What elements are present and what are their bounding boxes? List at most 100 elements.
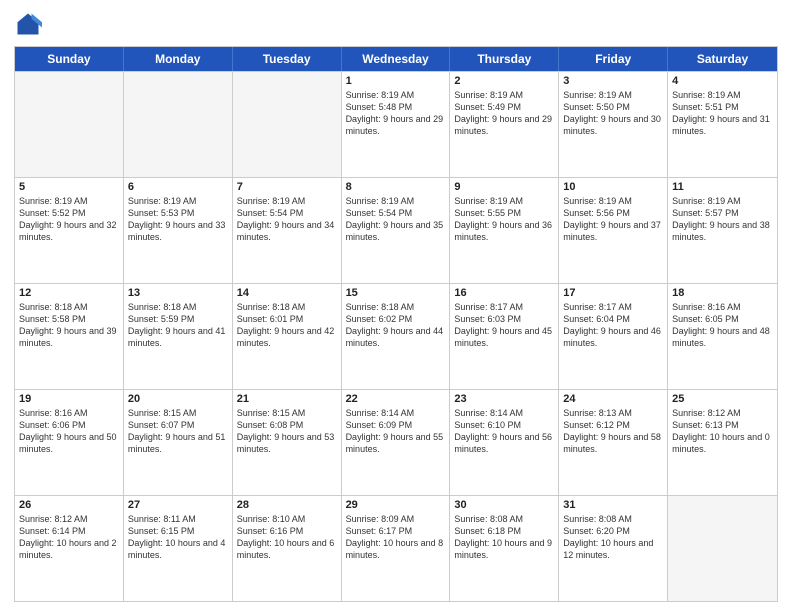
day-number: 25 [672, 393, 773, 405]
sunrise-text: Sunrise: 8:09 AM [346, 514, 415, 524]
empty-cell [233, 72, 342, 177]
week-row-3: 19 Sunrise: 8:16 AM Sunset: 6:06 PM Dayligh… [15, 389, 777, 495]
daylight-text: Daylight: 9 hours and 32 minutes. [19, 220, 117, 242]
day-number: 30 [454, 499, 554, 511]
sunset-text: Sunset: 6:15 PM [128, 526, 195, 536]
header [14, 10, 778, 38]
day-header-tuesday: Tuesday [233, 47, 342, 71]
daylight-text: Daylight: 9 hours and 31 minutes. [672, 114, 770, 136]
daylight-text: Daylight: 10 hours and 6 minutes. [237, 538, 335, 560]
day-cell-18: 18Sunrise: 8:16 AMSunset: 6:05 PMDayligh… [668, 284, 777, 389]
day-number: 13 [128, 287, 228, 299]
daylight-text: Daylight: 9 hours and 39 minutes. [19, 326, 117, 348]
day-cell-3: 3Sunrise: 8:19 AMSunset: 5:50 PMDaylight… [559, 72, 668, 177]
day-number: 27 [128, 499, 228, 511]
sunrise-text: Sunrise: 8:16 AM [19, 408, 88, 418]
day-cell-25: 25 Sunrise: 8:12 AMSunset: 6:13 PMDayligh… [668, 390, 777, 495]
sunset-text: Sunset: 5:49 PM [454, 102, 521, 112]
cell-info: Sunrise: 8:08 AM Sunset: 6:20 PM Daylight:… [563, 513, 663, 562]
day-number: 28 [237, 499, 337, 511]
sunrise-text: Sunrise: 8:18 AM [128, 302, 197, 312]
sunrise-text: Sunrise: 8:17 AM [563, 302, 632, 312]
sunset-text: Sunset: 6:10 PM [454, 420, 521, 430]
sunset-text: Sunset: 5:57 PM [672, 208, 739, 218]
daylight-text: Daylight: 9 hours and 53 minutes. [237, 432, 335, 454]
sunrise-text: Sunrise: 8:14 AM [346, 408, 415, 418]
day-cell-10: 10Sunrise: 8:19 AMSunset: 5:56 PMDayligh… [559, 178, 668, 283]
empty-cell [15, 72, 124, 177]
sunset-text: Sunset: 6:07 PM [128, 420, 195, 430]
daylight-text: Daylight: 9 hours and 51 minutes. [128, 432, 226, 454]
cell-info: Sunrise: 8:19 AMSunset: 5:57 PMDaylight:… [672, 195, 773, 244]
day-cell-22: 22Sunrise: 8:14 AMSunset: 6:09 PMDayligh… [342, 390, 451, 495]
day-number: 15 [346, 287, 446, 299]
day-cell-1: 1Sunrise: 8:19 AMSunset: 5:48 PMDaylight… [342, 72, 451, 177]
day-cell-2: 2Sunrise: 8:19 AMSunset: 5:49 PMDaylight… [450, 72, 559, 177]
sunrise-text: Sunrise: 8:16 AM [672, 302, 741, 312]
day-cell-20: 20Sunrise: 8:15 AMSunset: 6:07 PMDayligh… [124, 390, 233, 495]
sunrise-text: Sunrise: 8:12 AM [672, 408, 741, 418]
sunset-text: Sunset: 5:48 PM [346, 102, 413, 112]
daylight-text: Daylight: 9 hours and 56 minutes. [454, 432, 552, 454]
cell-info: Sunrise: 8:14 AMSunset: 6:10 PMDaylight:… [454, 407, 554, 456]
day-cell-28: 28 Sunrise: 8:10 AMSunset: 6:16 PMDayligh… [233, 496, 342, 601]
sunset-text: Sunset: 5:50 PM [563, 102, 630, 112]
cell-info: Sunrise: 8:10 AMSunset: 6:16 PMDaylight:… [237, 513, 337, 562]
sunset-text: Sunset: 6:09 PM [346, 420, 413, 430]
day-cell-17: 17Sunrise: 8:17 AMSunset: 6:04 PMDayligh… [559, 284, 668, 389]
daylight-text: Daylight: 9 hours and 38 minutes. [672, 220, 770, 242]
cell-info: Sunrise: 8:17 AMSunset: 6:04 PMDaylight:… [563, 301, 663, 350]
cell-info: Sunrise: 8:18 AMSunset: 6:02 PMDaylight:… [346, 301, 446, 350]
sunrise-text: Sunrise: 8:19 AM [346, 90, 415, 100]
day-number: 9 [454, 181, 554, 193]
day-header-friday: Friday [559, 47, 668, 71]
cell-info: Sunrise: 8:12 AMSunset: 6:13 PMDaylight:… [672, 407, 773, 456]
day-number: 8 [346, 181, 446, 193]
sunrise-text: Sunrise: 8:18 AM [19, 302, 88, 312]
sunset-text: Sunset: 5:55 PM [454, 208, 521, 218]
daylight-text: Daylight: 9 hours and 48 minutes. [672, 326, 770, 348]
sunset-text: Sunset: 5:51 PM [672, 102, 739, 112]
sunrise-text: Sunrise: 8:17 AM [454, 302, 523, 312]
day-cell-11: 11Sunrise: 8:19 AMSunset: 5:57 PMDayligh… [668, 178, 777, 283]
daylight-text: Daylight: 10 hours and 12 minutes. [563, 538, 653, 560]
day-number: 19 [19, 393, 119, 405]
logo-icon [14, 10, 42, 38]
day-number: 16 [454, 287, 554, 299]
sunset-text: Sunset: 5:53 PM [128, 208, 195, 218]
day-number: 7 [237, 181, 337, 193]
daylight-text: Daylight: 10 hours and 9 minutes. [454, 538, 552, 560]
sunset-text: Sunset: 6:06 PM [19, 420, 86, 430]
sunset-text: Sunset: 5:59 PM [128, 314, 195, 324]
daylight-text: Daylight: 9 hours and 55 minutes. [346, 432, 444, 454]
day-number: 24 [563, 393, 663, 405]
week-row-1: 5Sunrise: 8:19 AMSunset: 5:52 PMDaylight… [15, 177, 777, 283]
cell-info: Sunrise: 8:19 AMSunset: 5:52 PMDaylight:… [19, 195, 119, 244]
day-number: 2 [454, 75, 554, 87]
day-cell-23: 23Sunrise: 8:14 AMSunset: 6:10 PMDayligh… [450, 390, 559, 495]
day-number: 26 [19, 499, 119, 511]
cell-info: Sunrise: 8:09 AMSunset: 6:17 PMDaylight:… [346, 513, 446, 562]
daylight-text: Daylight: 10 hours and 2 minutes. [19, 538, 117, 560]
cell-info: Sunrise: 8:19 AMSunset: 5:54 PMDaylight:… [237, 195, 337, 244]
day-cell-29: 29Sunrise: 8:09 AMSunset: 6:17 PMDayligh… [342, 496, 451, 601]
sunrise-text: Sunrise: 8:15 AM [128, 408, 197, 418]
week-row-4: 26Sunrise: 8:12 AMSunset: 6:14 PMDayligh… [15, 495, 777, 601]
day-number: 12 [19, 287, 119, 299]
cell-info: Sunrise: 8:19 AMSunset: 5:55 PMDaylight:… [454, 195, 554, 244]
day-cell-21: 21Sunrise: 8:15 AMSunset: 6:08 PMDayligh… [233, 390, 342, 495]
daylight-text: Daylight: 10 hours and 0 minutes. [672, 432, 770, 454]
day-number: 14 [237, 287, 337, 299]
sunset-text: Sunset: 6:20 PM [563, 526, 630, 536]
day-number: 31 [563, 499, 663, 511]
day-cell-27: 27Sunrise: 8:11 AMSunset: 6:15 PMDayligh… [124, 496, 233, 601]
cell-info: Sunrise: 8:18 AMSunset: 5:59 PMDaylight:… [128, 301, 228, 350]
sunset-text: Sunset: 6:02 PM [346, 314, 413, 324]
cell-info: Sunrise: 8:15 AMSunset: 6:08 PMDaylight:… [237, 407, 337, 456]
sunrise-text: Sunrise: 8:19 AM [237, 196, 306, 206]
daylight-text: Daylight: 9 hours and 44 minutes. [346, 326, 444, 348]
sunset-text: Sunset: 6:08 PM [237, 420, 304, 430]
cell-info: Sunrise: 8:19 AMSunset: 5:54 PMDaylight:… [346, 195, 446, 244]
day-cell-8: 8 Sunrise: 8:19 AMSunset: 5:54 PMDaylight… [342, 178, 451, 283]
sunrise-text: Sunrise: 8:08 AM [563, 514, 632, 524]
